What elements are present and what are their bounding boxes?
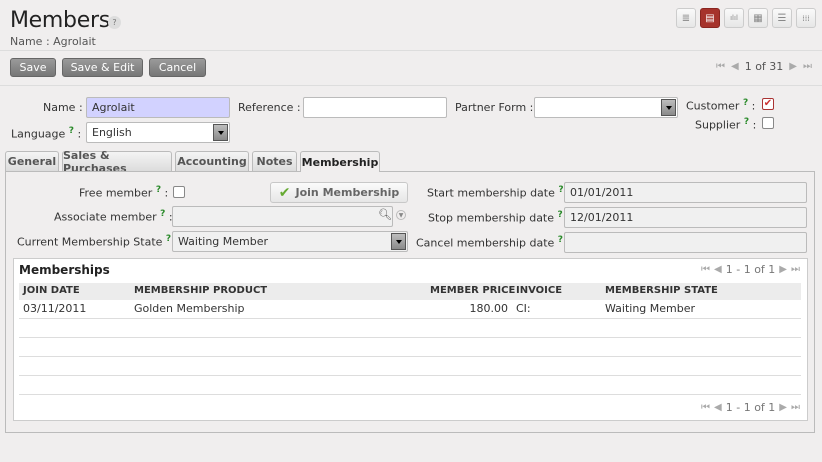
- help-icon: ?: [155, 185, 162, 195]
- cancel-date-label: Cancel membership date ? :: [416, 235, 570, 250]
- free-member-checkbox[interactable]: [173, 186, 185, 198]
- list-count: 1 - 1 of 1: [725, 263, 776, 276]
- record-pager: ⏮ ◀ 1 of 31 ▶ ⏭: [716, 60, 812, 73]
- row-divider: [19, 318, 801, 319]
- last-page-icon[interactable]: ⏭: [791, 264, 800, 275]
- column-header[interactable]: JOIN DATE: [23, 285, 80, 296]
- tab-sales-purchases[interactable]: Sales & Purchases: [62, 149, 172, 175]
- reference-label: Reference :: [238, 101, 301, 114]
- column-header[interactable]: INVOICE: [516, 285, 562, 296]
- prev-record-icon[interactable]: ◀: [731, 61, 739, 72]
- row-divider: [19, 375, 801, 376]
- help-icon: ?: [558, 185, 564, 195]
- name-label: Name :: [43, 101, 83, 114]
- membership-state-select[interactable]: Waiting Member: [172, 231, 408, 252]
- save-button[interactable]: Save: [10, 58, 56, 77]
- calendar-view-icon[interactable]: ▦: [748, 8, 768, 28]
- column-header[interactable]: MEMBERSHIP PRODUCT: [134, 285, 267, 296]
- row-divider: [19, 356, 801, 357]
- help-icon: ?: [68, 126, 75, 136]
- list-pager-bottom: ⏮ ◀ 1 - 1 of 1 ▶ ⏭: [701, 401, 800, 414]
- language-value: English: [92, 126, 132, 139]
- stop-date-field[interactable]: 12/01/2011: [564, 207, 807, 228]
- divider: [0, 85, 822, 86]
- divider: [0, 50, 822, 51]
- language-label: Language ? :: [11, 126, 82, 141]
- cancel-date-field[interactable]: [564, 232, 807, 253]
- help-icon: ?: [160, 209, 166, 219]
- tab-notes[interactable]: Notes: [252, 151, 297, 171]
- membership-state-value: Waiting Member: [178, 235, 269, 248]
- row-divider: [19, 337, 801, 338]
- chevron-down-icon[interactable]: [213, 124, 228, 141]
- cancel-button[interactable]: Cancel: [149, 58, 206, 77]
- gantt-view-icon[interactable]: ☰: [772, 8, 792, 28]
- partner-form-label: Partner Form :: [455, 101, 534, 114]
- tab-general[interactable]: General: [5, 151, 59, 171]
- column-header[interactable]: MEMBERSHIP STATE: [605, 285, 718, 296]
- first-record-icon[interactable]: ⏮: [716, 61, 725, 72]
- breadcrumb: Name : Agrolait: [10, 35, 96, 48]
- customer-checkbox[interactable]: [762, 98, 774, 110]
- prev-page-icon[interactable]: ◀: [714, 264, 722, 275]
- tab-accounting[interactable]: Accounting: [175, 151, 249, 171]
- column-header[interactable]: MEMBER PRICE: [430, 285, 515, 296]
- customer-label: Customer ? :: [686, 98, 756, 113]
- state-cell: Waiting Member: [605, 302, 696, 315]
- memberships-title: Memberships: [19, 263, 110, 277]
- save-edit-button[interactable]: Save & Edit: [62, 58, 143, 77]
- checkmark-icon: ✔: [278, 184, 291, 201]
- join-membership-button[interactable]: ✔ Join Membership: [270, 182, 408, 203]
- name-field[interactable]: Agrolait: [86, 97, 230, 118]
- free-member-label: Free member ? :: [79, 185, 169, 200]
- row-divider: [19, 394, 801, 395]
- graph-view-icon[interactable]: ılıl: [724, 8, 744, 28]
- tab-membership[interactable]: Membership: [300, 151, 380, 172]
- help-icon: ?: [165, 234, 172, 244]
- next-page-icon[interactable]: ▶: [779, 402, 787, 413]
- next-record-icon[interactable]: ▶: [789, 61, 797, 72]
- chevron-down-icon[interactable]: ▼: [396, 210, 406, 220]
- list-count: 1 - 1 of 1: [725, 401, 776, 414]
- last-record-icon[interactable]: ⏭: [803, 61, 812, 72]
- help-icon: ?: [557, 235, 564, 245]
- supplier-label: Supplier ? :: [695, 117, 757, 132]
- last-page-icon[interactable]: ⏭: [791, 402, 800, 413]
- chevron-down-icon[interactable]: [391, 233, 406, 250]
- invoice-cell: CI:: [516, 302, 531, 315]
- join-date-cell: 03/11/2011: [23, 302, 87, 315]
- help-icon: ?: [743, 117, 750, 127]
- product-cell: Golden Membership: [134, 302, 245, 315]
- list-view-icon[interactable]: ≣: [676, 8, 696, 28]
- chevron-down-icon[interactable]: [661, 99, 676, 116]
- price-cell: 180.00: [469, 302, 509, 315]
- supplier-checkbox[interactable]: [762, 117, 774, 129]
- language-select[interactable]: English: [86, 122, 230, 143]
- start-date-field[interactable]: 01/01/2011: [564, 182, 807, 203]
- partner-form-select[interactable]: [534, 97, 678, 118]
- prev-page-icon[interactable]: ◀: [714, 402, 722, 413]
- help-icon: ?: [742, 98, 749, 108]
- first-page-icon[interactable]: ⏮: [701, 264, 710, 275]
- stop-date-label: Stop membership date ? :: [428, 210, 570, 225]
- search-icon[interactable]: 🔍︎: [378, 208, 392, 221]
- first-page-icon[interactable]: ⏮: [701, 402, 710, 413]
- help-icon[interactable]: ?: [108, 16, 121, 29]
- kanban-view-icon[interactable]: ⁞⁞⁞: [796, 8, 816, 28]
- reference-field[interactable]: [303, 97, 447, 118]
- record-count: 1 of 31: [744, 60, 784, 73]
- help-icon: ?: [557, 210, 563, 220]
- next-page-icon[interactable]: ▶: [779, 264, 787, 275]
- associate-member-field[interactable]: [172, 206, 393, 227]
- associate-member-label: Associate member ? :: [54, 209, 173, 224]
- form-view-icon[interactable]: ▤: [700, 8, 720, 28]
- membership-state-label: Current Membership State ? :: [17, 234, 178, 249]
- view-switcher: ≣ ▤ ılıl ▦ ☰ ⁞⁞⁞: [676, 8, 816, 28]
- page-title: Members: [10, 8, 110, 33]
- start-date-label: Start membership date ? :: [427, 185, 571, 200]
- list-pager-top: ⏮ ◀ 1 - 1 of 1 ▶ ⏭: [701, 263, 800, 276]
